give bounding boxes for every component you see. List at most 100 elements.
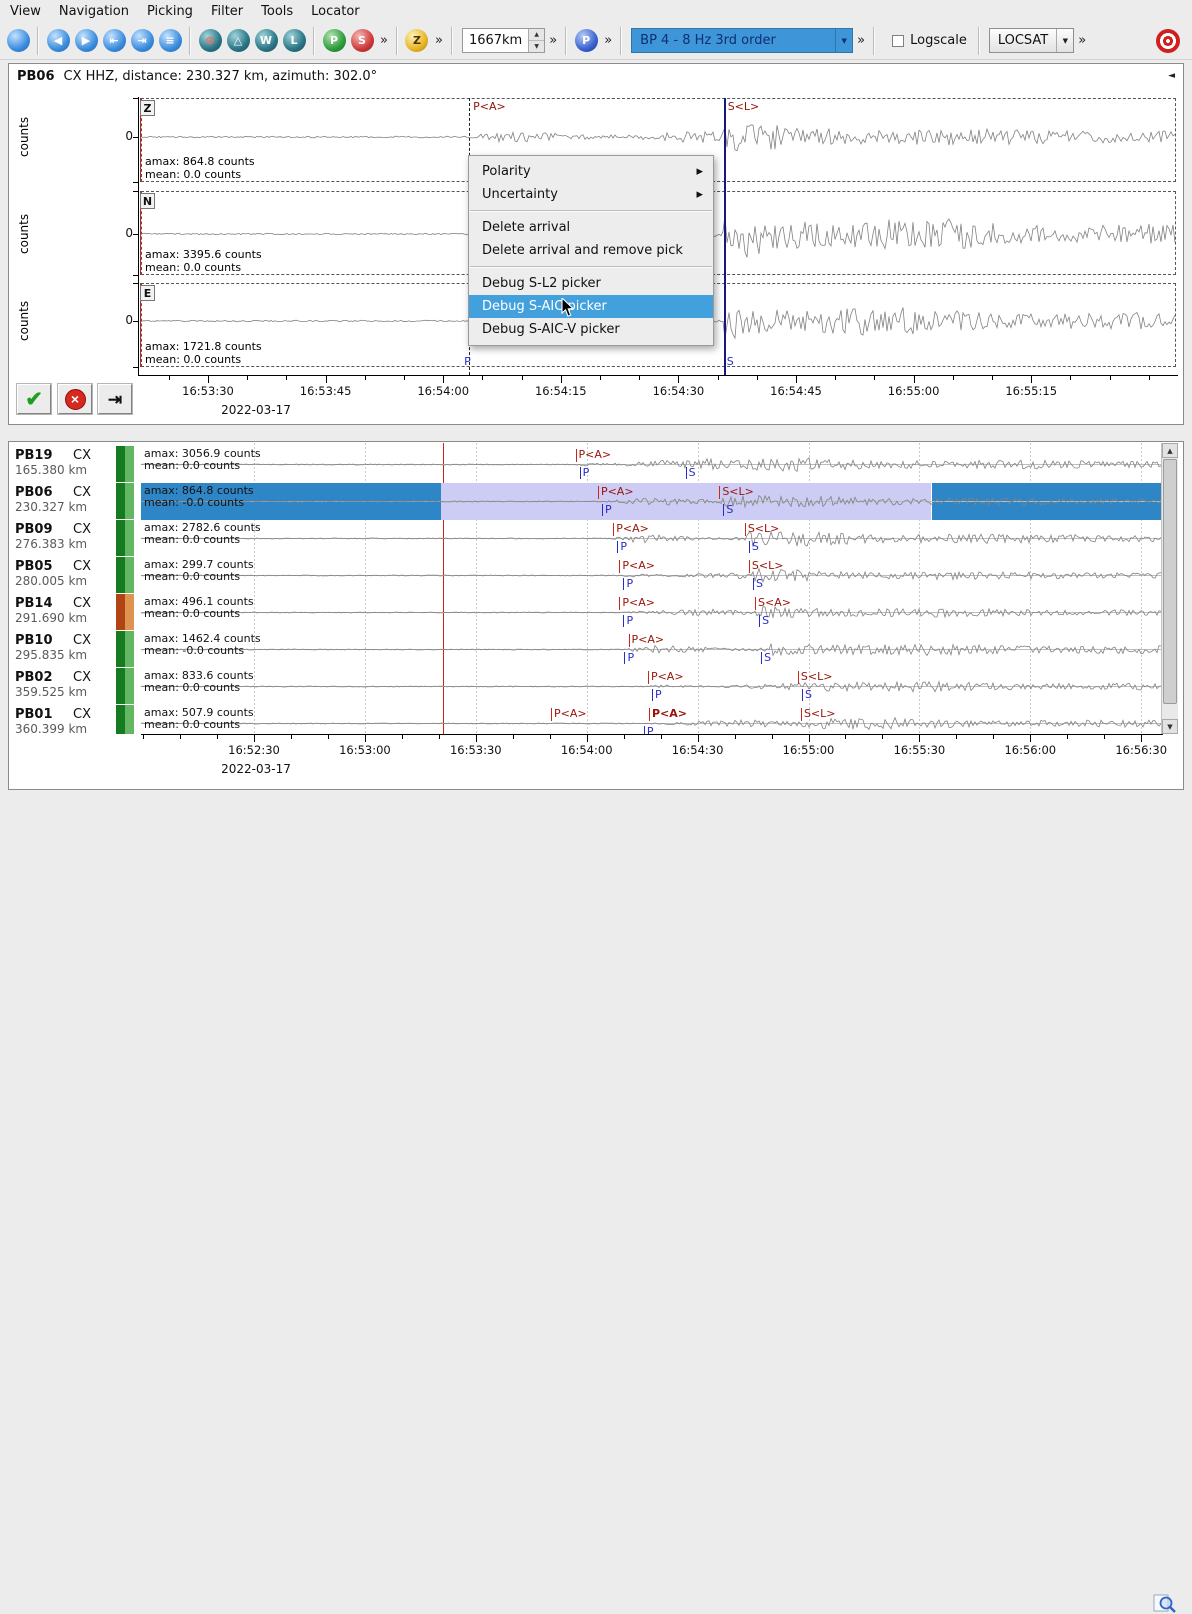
trace-area[interactable]: P<A>PSamax: 1462.4 countsmean: -0.0 coun… [141, 631, 1161, 668]
trace-row[interactable]: PB06CX230.327 kmP<A>S<L>PSamax: 864.8 co… [9, 483, 1161, 520]
pick-line-red[interactable] [745, 523, 746, 536]
pick-line-red[interactable] [749, 560, 750, 573]
overflow-chevron[interactable]: » [1078, 33, 1085, 48]
phase-mark-blue[interactable] [580, 467, 581, 479]
next-station-button[interactable]: ▶ [72, 27, 100, 55]
phase-mark-blue[interactable] [686, 467, 687, 479]
waveform-picker-icon[interactable] [4, 27, 32, 55]
disable-pick-button[interactable]: ⊘ [196, 27, 224, 55]
overflow-chevron[interactable]: » [435, 33, 442, 48]
phase-mark-blue[interactable] [802, 689, 803, 701]
last-station-button[interactable]: ⇥ [128, 27, 156, 55]
scroll-down-icon[interactable]: ▼ [1162, 719, 1178, 734]
previous-station-button[interactable]: ◀ [44, 27, 72, 55]
trace-row[interactable]: PB01CX360.399 kmP<A>P<A>S<L>Pamax: 507.9… [9, 705, 1161, 734]
phase-mark-blue[interactable] [749, 541, 750, 553]
weight-tool-button[interactable]: W [252, 27, 280, 55]
overflow-chevron[interactable]: » [549, 33, 556, 48]
distance-spinbox[interactable]: 1667km ▲ ▼ [462, 28, 545, 53]
context-menu-item[interactable]: Polarity▸ [469, 160, 713, 183]
trace-row[interactable]: PB19CX165.380 kmP<A>PSamax: 3056.9 count… [9, 446, 1161, 483]
theoretical-phase-button[interactable]: P [572, 27, 600, 55]
pick-line-red[interactable] [619, 597, 620, 610]
pick-line-red[interactable] [629, 634, 630, 647]
chevron-down-icon[interactable]: ▼ [1056, 29, 1073, 52]
phase-mark-blue[interactable] [624, 652, 625, 664]
menu-locator[interactable]: Locator [303, 1, 369, 22]
scrollbar-thumb[interactable] [1163, 459, 1177, 704]
pick-s-button[interactable]: S [348, 27, 376, 55]
scroll-up-icon[interactable]: ▲ [1162, 443, 1178, 458]
filter-select[interactable]: BP 4 - 8 Hz 3rd order ▼ [631, 28, 853, 53]
pick-line-red[interactable] [648, 671, 649, 684]
overflow-chevron[interactable]: » [604, 33, 611, 48]
overflow-chevron[interactable]: » [380, 33, 387, 48]
trace-area[interactable]: P<A>PSamax: 3056.9 countsmean: 0.0 count… [141, 446, 1161, 483]
phase-mark-blue[interactable] [761, 652, 762, 664]
trace-row[interactable]: PB05CX280.005 kmP<A>S<L>PSamax: 299.7 co… [9, 557, 1161, 594]
pick-line-red[interactable] [719, 486, 720, 499]
trace-area[interactable]: P<A>S<A>PSamax: 496.1 countsmean: 0.0 co… [141, 594, 1161, 631]
context-menu-item[interactable]: Debug S-AIC-V picker [469, 318, 713, 341]
menu-tools[interactable]: Tools [253, 1, 303, 22]
menu-filter[interactable]: Filter [203, 1, 253, 22]
phase-mark-blue[interactable] [602, 504, 603, 516]
trace-row[interactable]: PB09CX276.383 kmP<A>S<L>PSamax: 2782.6 c… [9, 520, 1161, 557]
locator-select[interactable]: LOCSAT ▼ [989, 28, 1074, 53]
pick-line-red[interactable] [755, 597, 756, 610]
context-menu-item[interactable]: Delete arrival and remove pick [469, 239, 713, 262]
spin-up-icon[interactable]: ▲ [529, 29, 544, 41]
menu-picking[interactable]: Picking [139, 1, 203, 22]
reject-button[interactable]: × [58, 384, 92, 414]
zoom-tool-icon[interactable] [1152, 1592, 1178, 1614]
chevron-down-icon[interactable]: ▼ [835, 29, 852, 52]
phase-mark-blue[interactable] [623, 615, 624, 627]
spinbox-steppers[interactable]: ▲ ▼ [528, 29, 544, 52]
trace-row[interactable]: PB10CX295.835 kmP<A>PSamax: 1462.4 count… [9, 631, 1161, 668]
phase-mark-blue[interactable] [753, 578, 754, 590]
pick-line-red[interactable] [649, 708, 650, 721]
level-tool-button[interactable]: L [280, 27, 308, 55]
first-station-button[interactable]: ⇤ [100, 27, 128, 55]
pick-line-red[interactable] [613, 523, 614, 536]
overflow-chevron[interactable]: » [857, 33, 864, 48]
pick-line-red[interactable] [801, 708, 802, 721]
checkbox-box[interactable] [892, 35, 904, 47]
phase-mark-blue[interactable] [617, 541, 618, 553]
pick-line-red[interactable] [598, 486, 599, 499]
scrollbar[interactable]: ▲ ▼ [1161, 443, 1178, 734]
trace-area[interactable]: P<A>S<L>PSamax: 833.6 countsmean: 0.0 co… [141, 668, 1161, 705]
context-menu-item[interactable]: Debug S-L2 picker [469, 272, 713, 295]
trace-row[interactable]: PB14CX291.690 kmP<A>S<A>PSamax: 496.1 co… [9, 594, 1161, 631]
pick-line-red[interactable] [798, 671, 799, 684]
s-pick-line[interactable] [724, 98, 726, 376]
pick-p-button[interactable]: P [320, 27, 348, 55]
trace-area[interactable]: P<A>S<L>PSamax: 2782.6 countsmean: 0.0 c… [141, 520, 1161, 557]
logscale-checkbox[interactable]: Logscale [892, 33, 967, 48]
context-menu-item[interactable]: Debug S-AIC picker [469, 295, 713, 318]
amplitude-tool-button[interactable]: Z [403, 27, 431, 55]
phase-mark-blue[interactable] [723, 504, 724, 516]
phase-mark-blue[interactable] [652, 689, 653, 701]
pick-line-red[interactable] [576, 449, 577, 462]
relocate-button[interactable] [1156, 29, 1180, 53]
time-tick-minor [522, 376, 523, 380]
phase-mark-blue[interactable] [623, 578, 624, 590]
trace-area[interactable]: P<A>S<L>PSamax: 864.8 countsmean: -0.0 c… [141, 483, 1161, 520]
polarity-tool-button[interactable]: △ [224, 27, 252, 55]
accept-button[interactable]: ✔ [17, 384, 51, 414]
trace-area[interactable]: P<A>P<A>S<L>Pamax: 507.9 countsmean: 0.0… [141, 705, 1161, 734]
trace-row[interactable]: PB02CX359.525 kmP<A>S<L>PSamax: 833.6 co… [9, 668, 1161, 705]
phase-mark-blue[interactable] [759, 615, 760, 627]
pick-line-red[interactable] [619, 560, 620, 573]
spin-down-icon[interactable]: ▼ [529, 41, 544, 52]
menu-view[interactable]: View [2, 1, 51, 22]
context-menu-item[interactable]: Uncertainty▸ [469, 183, 713, 206]
phase-mark-blue[interactable] [644, 726, 645, 734]
apply-and-next-button[interactable]: ⇥ [98, 384, 132, 414]
trace-area[interactable]: P<A>S<L>PSamax: 299.7 countsmean: 0.0 co… [141, 557, 1161, 594]
station-list-button[interactable]: ≡ [156, 27, 184, 55]
pick-line-red[interactable] [551, 708, 552, 721]
context-menu-item[interactable]: Delete arrival [469, 216, 713, 239]
menu-navigation[interactable]: Navigation [51, 1, 139, 22]
